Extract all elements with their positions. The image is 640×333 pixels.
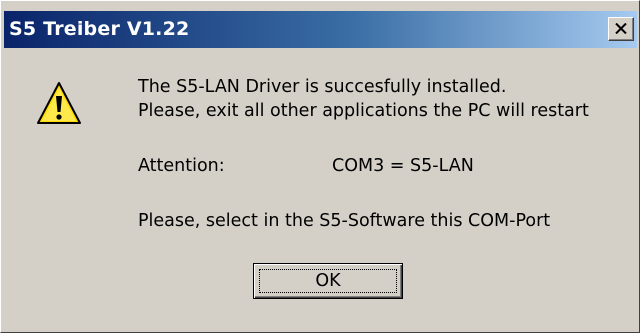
attention-value: COM3 = S5-LAN xyxy=(332,156,474,176)
window-title: S5 Treiber V1.22 xyxy=(9,18,190,40)
attention-label: Attention: xyxy=(138,156,225,176)
ok-button[interactable]: OK xyxy=(253,263,403,299)
title-bar[interactable]: S5 Treiber V1.22 xyxy=(4,11,637,48)
close-button[interactable] xyxy=(608,17,634,41)
warning-icon xyxy=(37,82,81,124)
ok-button-label: OK xyxy=(259,269,397,293)
message-line-2: Please, exit all other applications the … xyxy=(138,101,589,121)
message-dialog: S5 Treiber V1.22 The S5-LAN Driver is su… xyxy=(0,0,640,333)
message-line-1: The S5-LAN Driver is succesfully install… xyxy=(138,77,507,97)
message-line-4: Please, select in the S5-Software this C… xyxy=(138,211,551,231)
close-icon xyxy=(615,23,627,34)
